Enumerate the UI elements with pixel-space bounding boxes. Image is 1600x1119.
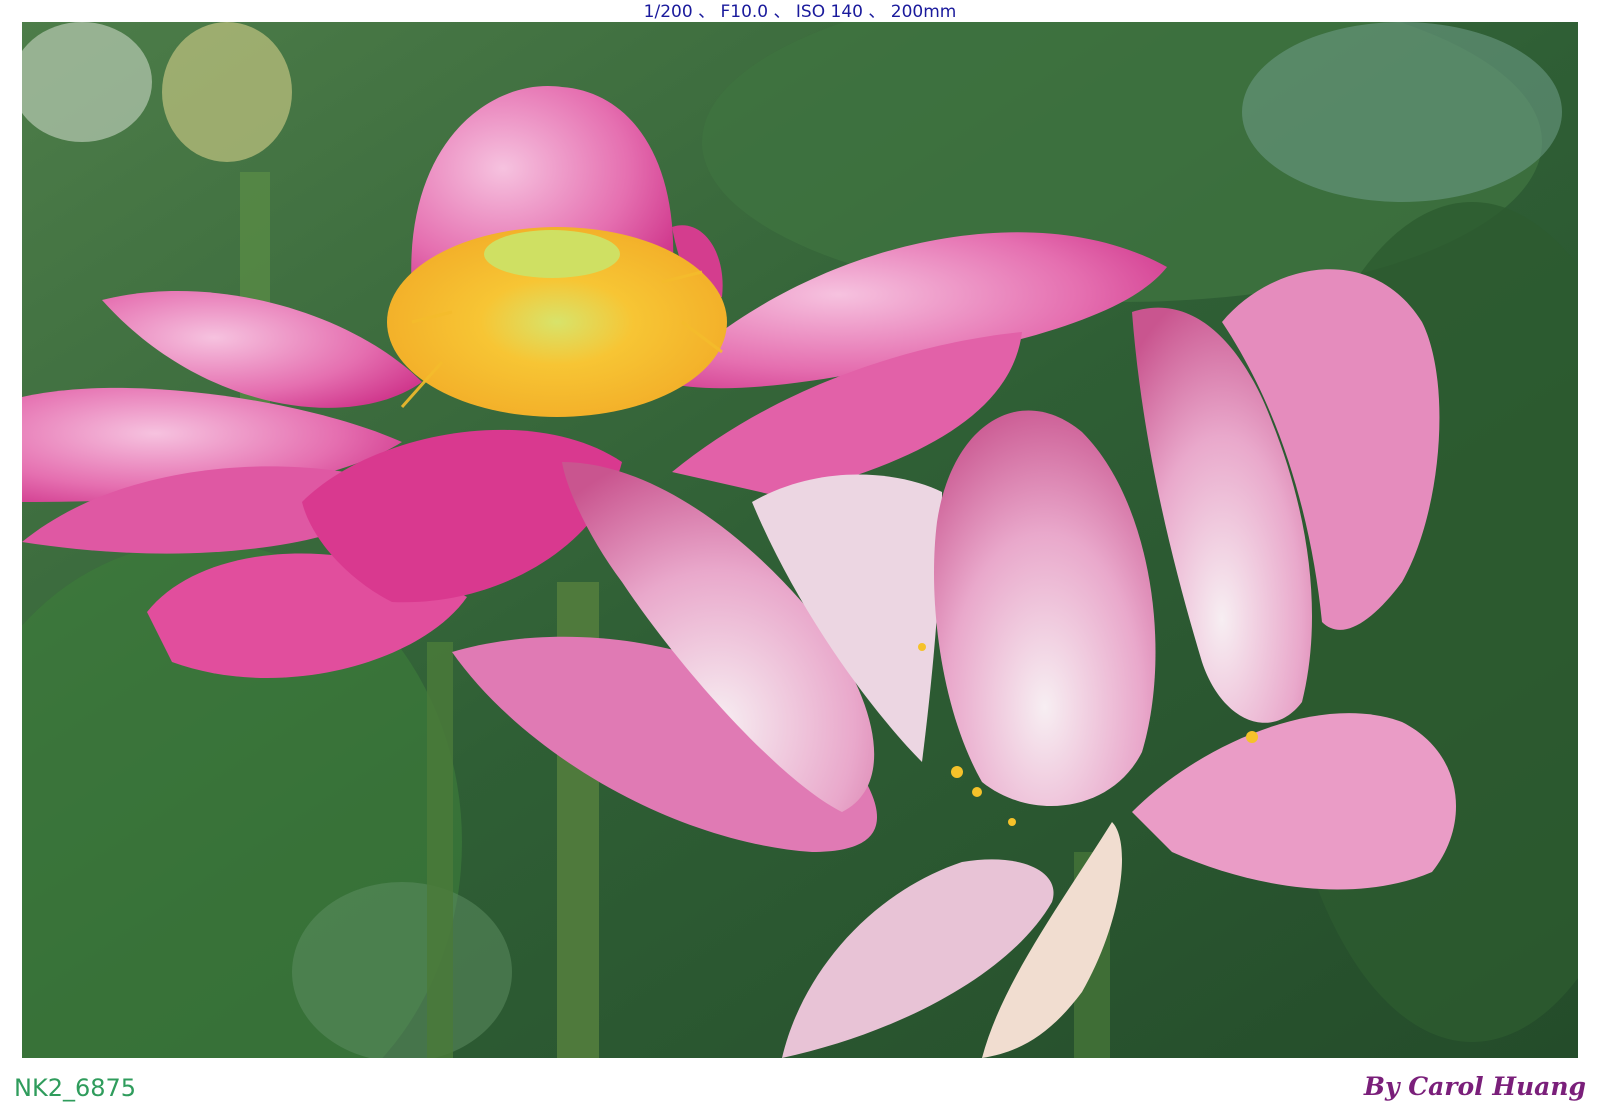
photographer-signature: By Carol Huang xyxy=(1363,1072,1586,1101)
photo-frame: 1/200 、 F10.0 、 ISO 140 、 200mm NK2_6875… xyxy=(0,0,1600,1119)
photo-filename: NK2_6875 xyxy=(14,1074,137,1102)
exif-caption: 1/200 、 F10.0 、 ISO 140 、 200mm xyxy=(643,2,957,22)
lotus-photo xyxy=(22,22,1578,1058)
